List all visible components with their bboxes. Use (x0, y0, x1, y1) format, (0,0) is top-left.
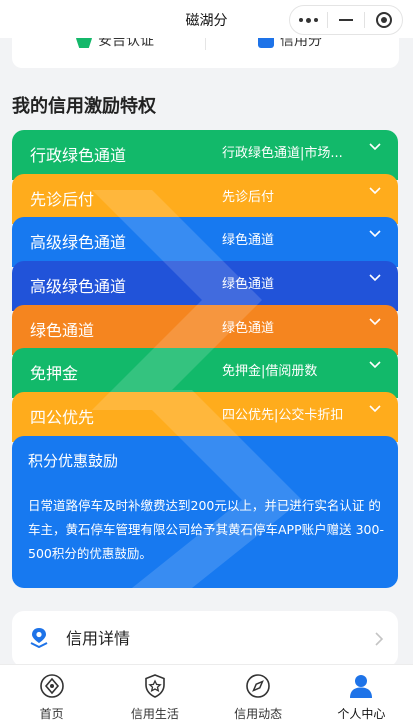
credit-detail-item[interactable]: 信用详情 (12, 611, 398, 667)
minimize-button[interactable] (328, 6, 365, 34)
bottom-tab-bar: 首页 信用生活 信用动态 个人中心 (0, 664, 413, 726)
chevron-right-icon (374, 631, 384, 646)
privilege-row[interactable]: 高级绿色通道 绿色通道 (12, 261, 398, 311)
tab-home[interactable]: 首页 (0, 665, 103, 726)
tab-credit-life[interactable]: 信用生活 (103, 665, 206, 726)
chevron-down-icon (368, 358, 382, 372)
privilege-row[interactable]: 四公优先 四公优先|公交卡折扣 (12, 392, 398, 442)
privilege-list: 行政绿色通道 行政绿色通道|市场... 先诊后付 先诊后付 高级绿色通道 绿色通… (12, 130, 398, 588)
tab-label: 信用生活 (130, 707, 179, 721)
privilege-row[interactable]: 免押金 免押金|借阅册数 (12, 348, 398, 398)
shield-star-icon (142, 673, 168, 699)
expanded-description: 日常道路停车及时补缴费达到200元以上，并已进行实名认证 的车主，黄石停车管理有… (28, 498, 384, 561)
privilege-name: 高级绿色通道 (30, 233, 127, 252)
more-dots-icon (298, 17, 318, 23)
tab-personal-center[interactable]: 个人中心 (310, 665, 413, 726)
person-icon (348, 673, 374, 699)
section-title: 我的信用激励特权 (12, 96, 156, 117)
privilege-value: 绿色通道 (222, 277, 275, 292)
privilege-value: 绿色通道 (222, 321, 275, 336)
close-program-button[interactable] (365, 6, 402, 34)
privilege-name: 高级绿色通道 (30, 277, 127, 296)
compass-icon (245, 673, 271, 699)
tab-label: 首页 (39, 707, 64, 721)
privilege-value: 绿色通道 (222, 233, 275, 248)
location-pin-icon (28, 626, 50, 649)
expanded-privilege-panel: 积分优惠鼓励 日常道路停车及时补缴费达到200元以上，并已进行实名认证 的车主，… (12, 436, 398, 588)
privilege-name: 免押金 (30, 364, 79, 383)
expanded-title: 积分优惠鼓励 (28, 452, 119, 470)
target-icon (375, 12, 392, 28)
chevron-down-icon (368, 271, 382, 285)
home-diamond-icon (39, 673, 65, 699)
privilege-value: 四公优先|公交卡折扣 (222, 408, 344, 423)
chevron-down-icon (368, 402, 382, 416)
chevron-down-icon (368, 227, 382, 241)
privilege-name: 绿色通道 (30, 321, 95, 340)
privilege-row[interactable]: 高级绿色通道 绿色通道 (12, 217, 398, 267)
mini-program-capsule (289, 5, 403, 35)
credit-detail-label: 信用详情 (66, 629, 131, 648)
privilege-value: 行政绿色通道|市场... (222, 146, 343, 161)
privilege-name: 行政绿色通道 (30, 146, 127, 165)
tab-label: 个人中心 (337, 707, 386, 721)
privilege-value: 免押金|借阅册数 (222, 364, 318, 379)
tab-credit-news[interactable]: 信用动态 (207, 665, 310, 726)
privilege-value: 先诊后付 (222, 190, 275, 205)
chevron-down-icon (368, 315, 382, 329)
minus-icon (338, 19, 353, 21)
privilege-name: 四公优先 (30, 408, 95, 427)
top-navbar: 磁湖分 (0, 0, 413, 38)
privilege-row[interactable]: 行政绿色通道 行政绿色通道|市场... (12, 130, 398, 180)
tab-label: 信用动态 (234, 707, 283, 721)
chevron-down-icon (368, 140, 382, 154)
chevron-down-icon (368, 184, 382, 198)
privilege-name: 先诊后付 (30, 190, 95, 209)
more-menu-button[interactable] (290, 6, 327, 34)
